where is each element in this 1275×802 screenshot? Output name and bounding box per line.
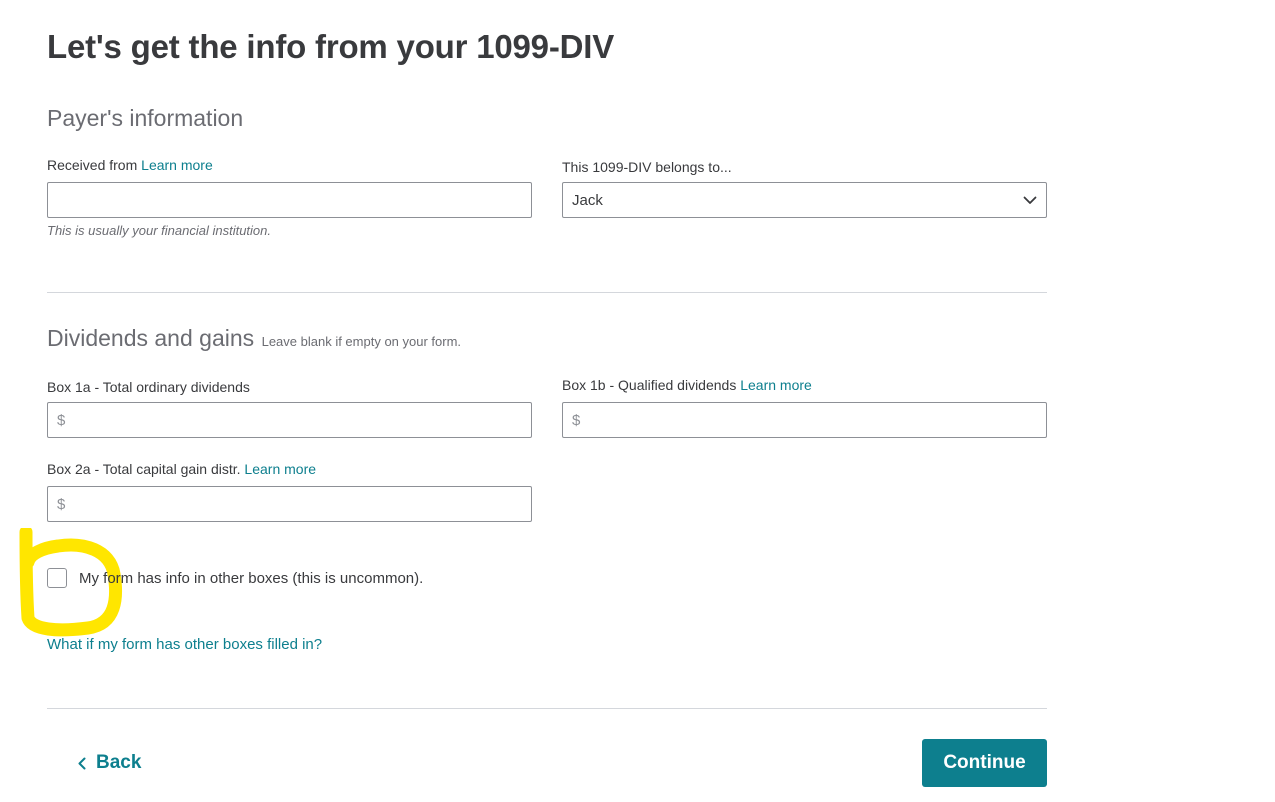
other-boxes-checkbox-label[interactable]: My form has info in other boxes (this is… [79, 570, 423, 587]
box-2a-field[interactable]: $ [47, 486, 532, 522]
box-1a-field[interactable]: $ [47, 402, 532, 438]
box-1b-label: Box 1b - Qualified dividends Learn more [562, 377, 812, 393]
box-2a-input[interactable] [65, 487, 531, 521]
received-from-help-text: This is usually your financial instituti… [47, 223, 271, 238]
footer-divider [47, 708, 1047, 709]
dollar-prefix: $ [57, 411, 66, 429]
received-from-field[interactable] [47, 182, 532, 218]
box-2a-label-text: Box 2a - Total capital gain distr. [47, 461, 241, 477]
back-button[interactable]: Back [78, 751, 141, 775]
page-title: Let's get the info from your 1099-DIV [47, 28, 615, 65]
other-boxes-faq-link[interactable]: What if my form has other boxes filled i… [47, 636, 322, 653]
continue-button[interactable]: Continue [922, 739, 1047, 787]
belongs-to-selected-value: Jack [572, 191, 603, 209]
dividends-section-note: Leave blank if empty on your form. [261, 334, 462, 349]
box-1b-learn-more-link[interactable]: Learn more [740, 377, 812, 393]
dividends-section-header: Dividends and gains Leave blank if empty… [47, 325, 461, 352]
dollar-prefix: $ [572, 411, 581, 429]
section-divider [47, 292, 1047, 293]
payer-section-title: Payer's information [47, 105, 244, 131]
box-1b-input[interactable] [580, 403, 1046, 437]
chevron-down-icon [1023, 196, 1037, 205]
other-boxes-checkbox[interactable] [47, 568, 67, 588]
continue-button-label: Continue [943, 752, 1026, 773]
box-2a-learn-more-link[interactable]: Learn more [244, 461, 316, 477]
received-from-label-text: Received from [47, 157, 138, 173]
belongs-to-select[interactable]: Jack [562, 182, 1047, 218]
received-from-input[interactable] [48, 183, 531, 217]
dollar-prefix: $ [57, 495, 66, 513]
belongs-to-label: This 1099-DIV belongs to... [562, 159, 732, 175]
chevron-left-icon [78, 757, 86, 770]
box-1a-label: Box 1a - Total ordinary dividends [47, 379, 250, 395]
dividends-section-title: Dividends and gains [47, 325, 255, 351]
box-1b-label-text: Box 1b - Qualified dividends [562, 377, 737, 393]
box-1a-input[interactable] [65, 403, 531, 437]
back-button-label: Back [96, 752, 142, 773]
received-from-learn-more-link[interactable]: Learn more [141, 157, 213, 173]
other-boxes-option[interactable]: My form has info in other boxes (this is… [47, 568, 423, 588]
box-2a-label: Box 2a - Total capital gain distr. Learn… [47, 461, 316, 477]
box-1b-field[interactable]: $ [562, 402, 1047, 438]
received-from-label: Received from Learn more [47, 157, 213, 173]
